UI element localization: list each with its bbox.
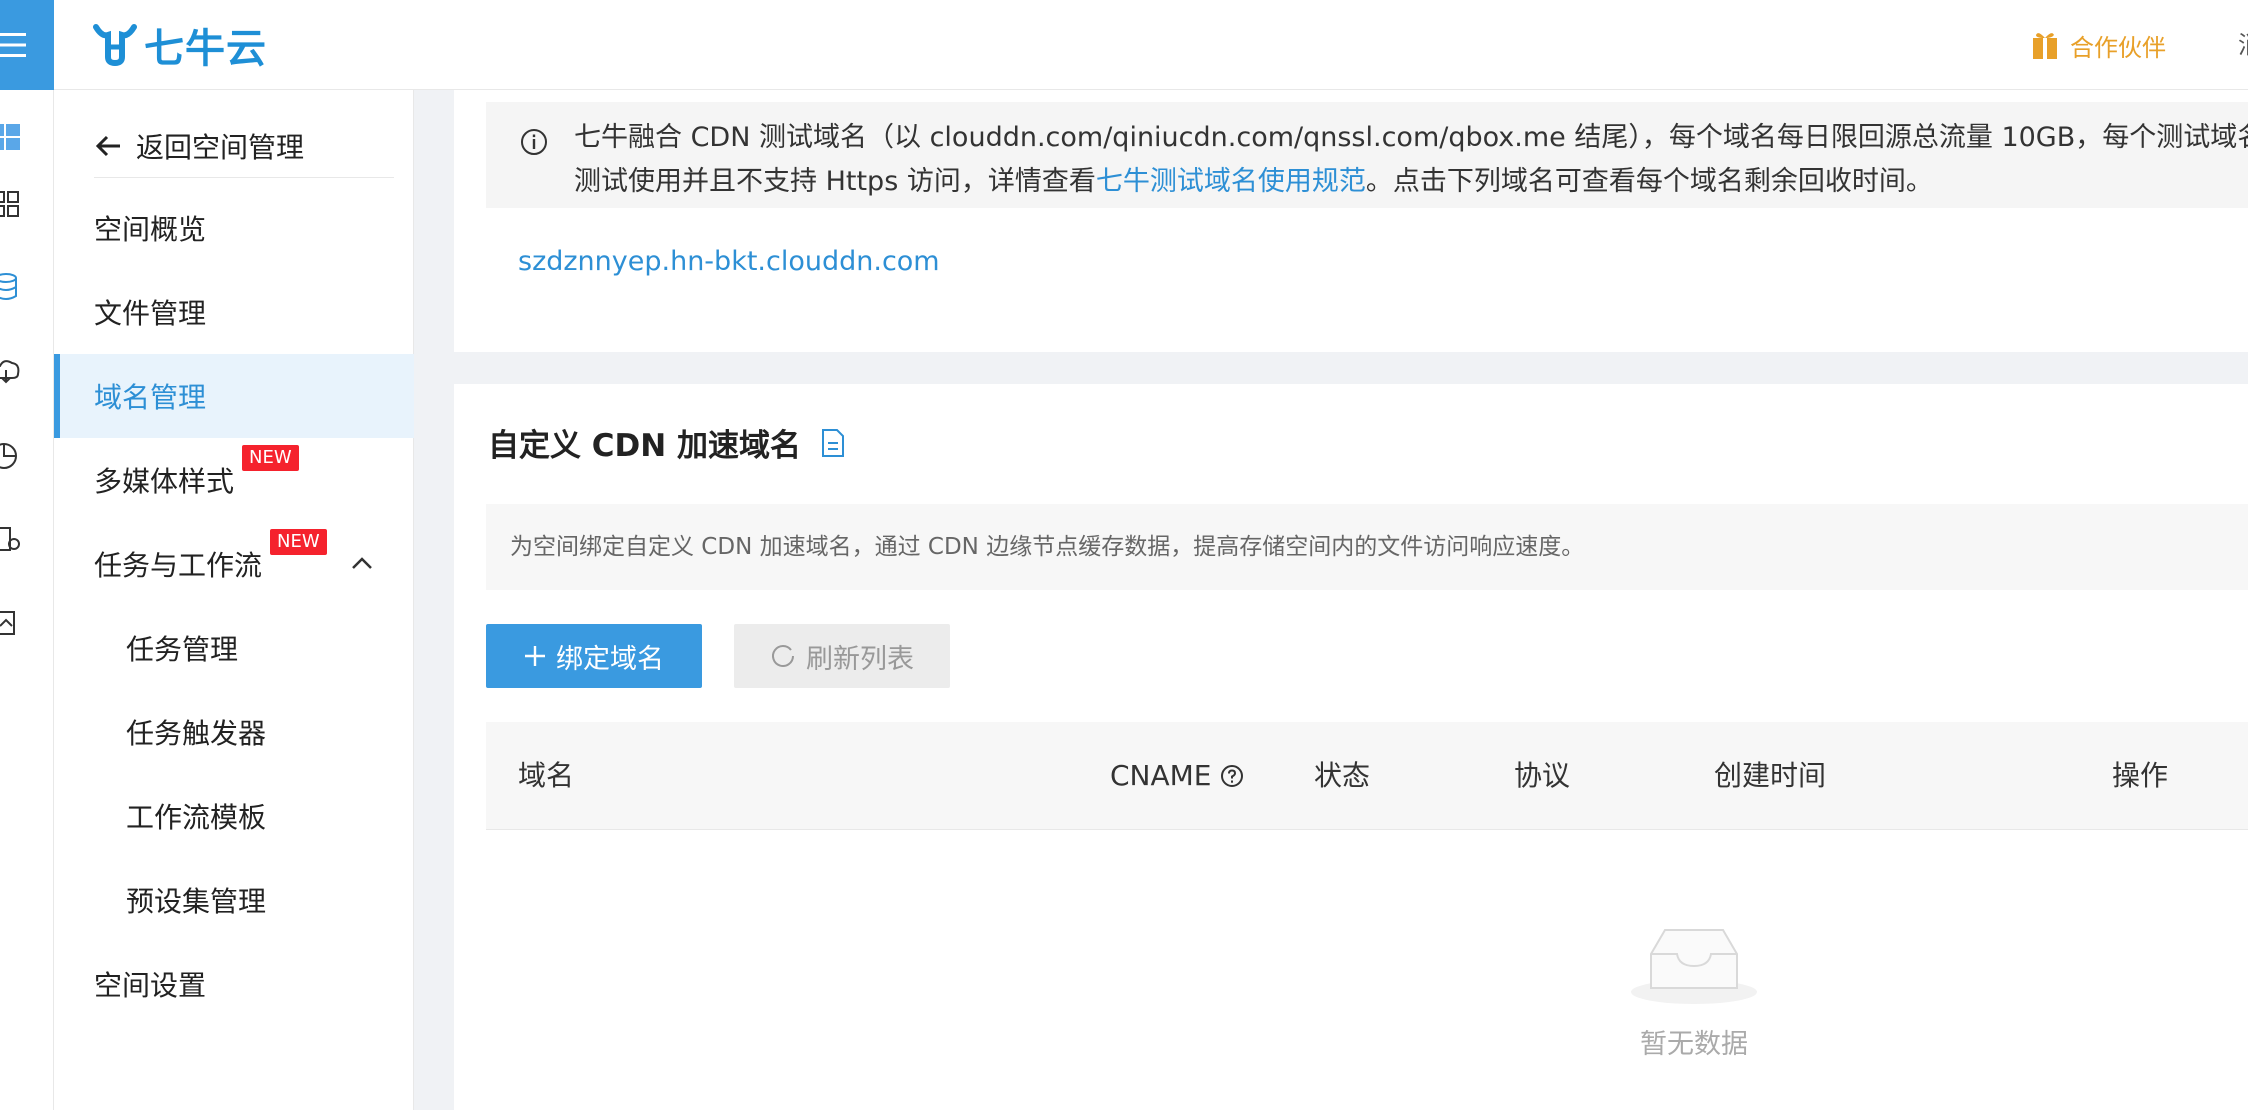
custom-domain-card: 自定义 CDN 加速域名 为空间绑定自定义 CDN 加速域名，通过 CDN 边缘… xyxy=(454,384,2248,1110)
menu-toggle-button[interactable] xyxy=(0,0,54,90)
sidebar-item-label: 文件管理 xyxy=(94,297,207,330)
gift-icon xyxy=(2033,33,2057,59)
notice-text-line1: 七牛融合 CDN 测试域名（以 clouddn.com/qiniucdn.com… xyxy=(574,122,2248,153)
test-domain-notice: 七牛融合 CDN 测试域名（以 clouddn.com/qiniucdn.com… xyxy=(486,102,2248,208)
refresh-icon xyxy=(772,645,794,667)
storage-icon[interactable] xyxy=(0,270,24,304)
question-circle-icon[interactable] xyxy=(1220,764,1244,788)
new-badge: NEW xyxy=(242,445,299,471)
partner-label: 合作伙伴 xyxy=(2070,33,2166,62)
back-to-space-management[interactable]: 返回空间管理 xyxy=(94,114,394,178)
media-process-icon[interactable] xyxy=(0,606,24,640)
sidebar-item-space-overview[interactable]: 空间概览 xyxy=(54,186,414,270)
test-domain-link[interactable]: szdznnyep.hn-bkt.clouddn.com xyxy=(518,246,940,277)
qiniu-logo-icon xyxy=(93,24,137,67)
column-header-protocol: 协议 xyxy=(1514,759,1571,792)
notice-text-suffix: 。点击下列域名可查看每个域名剩余回收时间。 xyxy=(1365,166,1933,197)
space-sidebar: 返回空间管理 空间概览 文件管理 域名管理 多媒体样式 NEW 任务与工作流 N… xyxy=(54,90,414,1110)
sidebar-item-space-settings[interactable]: 空间设置 xyxy=(54,942,414,1026)
sidebar-item-label: 空间概览 xyxy=(94,213,207,246)
custom-domain-title: 自定义 CDN 加速域名 xyxy=(488,428,802,464)
sidebar-item-workflow-template[interactable]: 工作流模板 xyxy=(54,774,414,858)
sidebar-item-domain-management[interactable]: 域名管理 xyxy=(54,354,414,438)
sidebar-item-tasks-workflows[interactable]: 任务与工作流 NEW xyxy=(54,522,414,606)
custom-domain-description: 为空间绑定自定义 CDN 加速域名，通过 CDN 边缘节点缓存数据，提高存储空间… xyxy=(486,504,2248,590)
back-label: 返回空间管理 xyxy=(136,130,305,164)
new-badge: NEW xyxy=(270,529,327,555)
notice-text-line2: 测试使用并且不支持 Https 访问，详情查看七牛测试域名使用规范。点击下列域名… xyxy=(574,160,2248,204)
logo-text: 七牛云 xyxy=(144,26,267,72)
column-header-status: 状态 xyxy=(1314,759,1371,792)
sidebar-item-media-style[interactable]: 多媒体样式 NEW xyxy=(54,438,414,522)
test-domain-rules-link[interactable]: 七牛测试域名使用规范 xyxy=(1096,166,1366,197)
arrow-left-icon xyxy=(95,135,120,156)
icon-rail xyxy=(0,90,54,1110)
sidebar-item-label: 任务与工作流 xyxy=(94,549,263,582)
empty-inbox-icon xyxy=(1631,929,1757,1004)
test-domain-card: 七牛融合 CDN 测试域名（以 clouddn.com/qiniucdn.com… xyxy=(454,90,2248,352)
sidebar-item-preset-management[interactable]: 预设集管理 xyxy=(54,858,414,942)
sidebar-item-label: 任务触发器 xyxy=(126,717,267,750)
empty-text: 暂无数据 xyxy=(1640,1029,1748,1060)
cloud-icon[interactable] xyxy=(0,354,24,388)
document-icon[interactable] xyxy=(821,428,845,458)
pie-chart-icon[interactable] xyxy=(0,438,24,472)
grid-icon[interactable] xyxy=(0,186,24,220)
top-bar: 七牛云 合作伙伴 消 xyxy=(0,0,2248,90)
refresh-list-label: 刷新列表 xyxy=(806,643,914,675)
info-icon xyxy=(521,129,547,155)
column-header-created-time: 创建时间 xyxy=(1714,759,1827,792)
refresh-list-button[interactable]: 刷新列表 xyxy=(734,624,950,688)
sidebar-item-file-management[interactable]: 文件管理 xyxy=(54,270,414,354)
sidebar-item-label: 空间设置 xyxy=(94,969,207,1002)
partner-link[interactable]: 合作伙伴 xyxy=(2032,20,2166,70)
dashboard-icon[interactable] xyxy=(0,120,24,154)
device-settings-icon[interactable] xyxy=(0,522,24,556)
chevron-up-icon[interactable] xyxy=(350,552,374,576)
bind-domain-label: 绑定域名 xyxy=(556,643,664,675)
sidebar-item-label: 多媒体样式 xyxy=(94,465,235,498)
top-nav-item[interactable]: 消 xyxy=(2238,20,2248,70)
section-title: 自定义 CDN 加速域名 xyxy=(488,420,845,465)
plus-icon xyxy=(525,646,545,666)
logo[interactable]: 七牛云 xyxy=(92,12,267,78)
hamburger-icon xyxy=(0,33,26,57)
sidebar-item-label: 域名管理 xyxy=(94,381,207,414)
domain-table-header: 域名 CNAME 状态 协议 创建时间 操作 xyxy=(486,722,2248,830)
column-header-domain: 域名 xyxy=(518,759,575,792)
sidebar-item-task-trigger[interactable]: 任务触发器 xyxy=(54,690,414,774)
sidebar-item-task-management[interactable]: 任务管理 xyxy=(54,606,414,690)
empty-state: 暂无数据 xyxy=(1614,924,1774,1061)
bind-domain-button[interactable]: 绑定域名 xyxy=(486,624,702,688)
column-header-actions: 操作 xyxy=(2112,759,2169,792)
sidebar-item-label: 工作流模板 xyxy=(126,801,267,834)
sidebar-item-label: 任务管理 xyxy=(126,633,239,666)
notice-text-prefix: 测试使用并且不支持 Https 访问，详情查看 xyxy=(574,166,1096,197)
sidebar-item-label: 预设集管理 xyxy=(126,885,267,918)
column-header-cname: CNAME xyxy=(1110,722,1244,830)
